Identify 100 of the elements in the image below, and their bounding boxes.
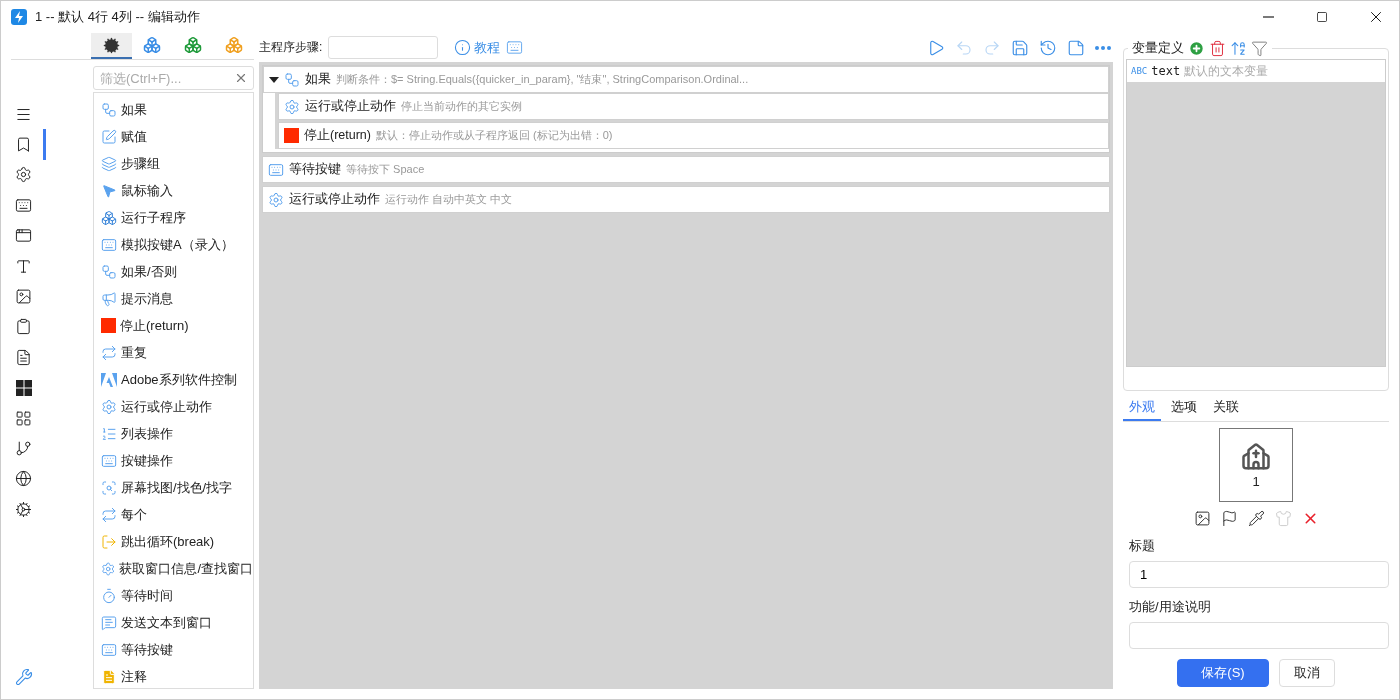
settings-tab[interactable]: 选项 (1165, 395, 1203, 421)
text-field[interactable] (1129, 622, 1389, 649)
delete-button[interactable] (1209, 39, 1226, 57)
action-item[interactable]: 步骤组 (94, 150, 253, 177)
caret-icon[interactable] (269, 74, 279, 85)
action-item[interactable]: 提示消息 (94, 285, 253, 312)
keyboard-icon (101, 236, 117, 253)
cancel-button[interactable]: 取消 (1279, 659, 1335, 687)
undo-icon (955, 38, 973, 57)
step-row[interactable]: 如果 判断条件：$= String.Equals({quicker_in_param}, "结束", StringComparison.Ordinal... (263, 66, 1109, 93)
action-item[interactable]: 每个 (94, 501, 253, 528)
flowchart-icon (284, 71, 300, 88)
grid-icon (15, 409, 32, 427)
redo-icon (983, 38, 1001, 57)
clipboard-icon (15, 318, 32, 336)
step-title: 等待按键 (289, 161, 341, 178)
pipette-icon (1247, 510, 1265, 527)
filter-field[interactable]: 筛选(Ctrl+F)... (93, 66, 254, 90)
info-icon (454, 39, 472, 56)
app-logo-icon (11, 9, 27, 25)
step-detail: 等待按下 Space (346, 162, 425, 177)
toolbar-button[interactable] (1093, 45, 1113, 50)
variables-title: 变量定义 (1132, 39, 1184, 57)
action-item[interactable]: 注释 (94, 663, 253, 688)
step-detail: 运行动作 自动中英文 中文 (385, 192, 513, 207)
plus-icon (1188, 39, 1205, 57)
church-icon (1241, 441, 1271, 472)
action-item[interactable]: 重复 (94, 339, 253, 366)
action-item[interactable]: 停止(return) (94, 312, 253, 339)
message-icon (101, 614, 117, 631)
settings-tab[interactable]: 外观 (1123, 395, 1161, 421)
action-item[interactable]: 运行或停止动作 (94, 393, 253, 420)
text-field[interactable]: 1 (1129, 561, 1389, 588)
repeat-icon (101, 506, 117, 523)
step-row[interactable]: 等待按键 等待按下 Space (262, 156, 1110, 183)
filter-button[interactable] (1251, 39, 1268, 57)
icon-tool-button[interactable] (1193, 510, 1211, 527)
image-icon (15, 288, 32, 306)
action-item[interactable]: 按键操作 (94, 447, 253, 474)
icon-tool-button[interactable] (1247, 510, 1265, 527)
keyboard-icon (506, 39, 524, 56)
action-item[interactable]: 等待按键 (94, 636, 253, 663)
variable-row[interactable]: ABC text 默认的文本变量 (1127, 60, 1385, 82)
more-icon (1095, 45, 1111, 50)
gear-icon (101, 560, 116, 577)
stop-icon (101, 318, 116, 333)
file-icon (15, 348, 32, 366)
action-item[interactable]: 屏幕找图/找色/找字 (94, 474, 253, 501)
steps-label: 主程序步骤: (259, 39, 323, 56)
step-row[interactable]: 运行或停止动作 运行动作 自动中英文 中文 (262, 186, 1110, 213)
tutorial-link[interactable]: 教程 (454, 38, 501, 57)
flowchart-icon (101, 263, 117, 280)
action-item[interactable]: Adobe系列软件控制 (94, 366, 253, 393)
shirt-icon (1274, 510, 1292, 527)
icon-preview[interactable]: 1 (1219, 428, 1293, 502)
exit-icon (101, 533, 117, 550)
variable-name: text (1151, 64, 1181, 78)
steps-field[interactable] (328, 36, 439, 59)
step-title: 运行或停止动作 (289, 191, 380, 208)
step-detail: 判断条件：$= String.Equals({quicker_in_param}, "结束", StringComparison.Ordinal... (336, 72, 749, 87)
action-item[interactable]: 模拟按键A（录入） (94, 231, 253, 258)
library-tab[interactable] (91, 33, 132, 59)
maximize-icon (1316, 11, 1328, 23)
action-item[interactable]: 鼠标输入 (94, 177, 253, 204)
keyboard-icon (101, 452, 117, 469)
clear-icon[interactable] (234, 71, 248, 85)
save-icon (1011, 38, 1029, 57)
step-title: 如果 (305, 71, 331, 88)
action-item[interactable]: 等待时间 (94, 582, 253, 609)
action-item[interactable]: 获取窗口信息/查找窗口 (94, 555, 253, 582)
action-item[interactable]: 如果/否则 (94, 258, 253, 285)
cubes-icon (101, 209, 117, 226)
gear-icon (101, 398, 117, 415)
action-item[interactable]: 赋值 (94, 123, 253, 150)
settings-tab[interactable]: 关联 (1207, 395, 1245, 421)
save-button[interactable]: 保存(S) (1177, 659, 1269, 687)
repeat-icon (101, 344, 117, 361)
minimize-icon (1262, 16, 1274, 18)
action-item[interactable]: 如果 (94, 96, 253, 123)
action-item[interactable]: 跳出循环(break) (94, 528, 253, 555)
keyboard-icon (15, 196, 32, 214)
flowchart-icon (101, 101, 117, 118)
step-row[interactable]: 运行或停止动作 停止当前动作的其它实例 (278, 93, 1109, 120)
layers-icon (101, 155, 117, 172)
action-item[interactable]: 列表操作 (94, 420, 253, 447)
action-item[interactable]: 发送文本到窗口 (94, 609, 253, 636)
timer-icon (101, 587, 117, 604)
add-button[interactable] (1188, 39, 1205, 57)
icon-tool-button[interactable] (1220, 510, 1238, 527)
keyboard-icon (268, 161, 284, 178)
window-icon (15, 227, 32, 245)
step-row[interactable]: 停止(return) 默认：停止动作或从子程序返回 (标记为出错：0) (278, 122, 1109, 149)
action-item[interactable]: 运行子程序 (94, 204, 253, 231)
sort-button[interactable] (1230, 39, 1247, 57)
image-icon (1193, 510, 1211, 527)
edit-icon (101, 128, 117, 145)
triangle-logo-icon (101, 371, 117, 388)
step-detail: 停止当前动作的其它实例 (401, 99, 522, 114)
keyboard-button[interactable] (506, 39, 524, 56)
numbered-list-icon (101, 425, 117, 442)
